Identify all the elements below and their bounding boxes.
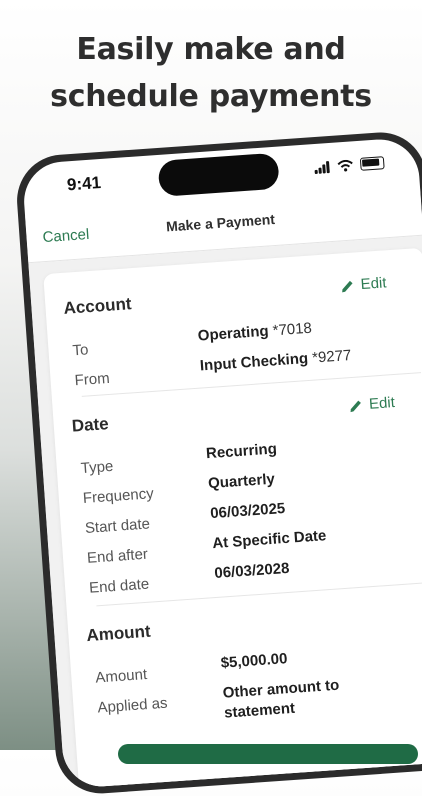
status-time: 9:41 <box>66 173 102 195</box>
row-label-to: To <box>72 341 89 360</box>
phone-screen: 9:41 Cancel Make a Payment Account Edit … <box>21 136 422 789</box>
row-value-type: Recurring <box>205 440 278 463</box>
row-label-end-after: End after <box>86 545 149 567</box>
row-label-from: From <box>74 369 111 390</box>
row-value-amount: $5,000.00 <box>220 650 288 672</box>
headline-line-2: schedule payments <box>50 79 372 114</box>
row-value-to: Operating *7018 <box>197 319 313 345</box>
account-edit-label: Edit <box>360 274 388 294</box>
row-value-applied-as: Other amount to <box>222 676 340 702</box>
pencil-icon <box>350 400 361 412</box>
divider <box>81 372 421 397</box>
account-edit-button[interactable]: Edit <box>340 274 387 294</box>
signal-icon <box>314 161 331 175</box>
battery-icon <box>359 156 385 171</box>
date-edit-button[interactable]: Edit <box>349 394 396 414</box>
cancel-button[interactable]: Cancel <box>42 226 90 246</box>
phone-mockup: 9:41 Cancel Make a Payment Account Edit … <box>14 129 422 796</box>
row-label-end-date: End date <box>88 575 150 597</box>
row-label-type: Type <box>80 457 114 478</box>
row-value-from: Input Checking *9277 <box>199 346 352 375</box>
row-label-start-date: Start date <box>84 515 151 537</box>
account-section-title: Account <box>62 294 133 318</box>
row-value-applied-as-cont: statement <box>223 699 296 722</box>
row-value-start-date: 06/03/2025 <box>209 499 286 523</box>
row-value-end-date: 06/03/2028 <box>213 559 290 583</box>
headline: Easily make and schedule payments <box>0 26 422 120</box>
wifi-icon <box>337 159 353 172</box>
date-section-title: Date <box>71 414 110 436</box>
row-label-applied-as: Applied as <box>96 694 169 717</box>
pencil-icon <box>342 280 353 292</box>
row-label-frequency: Frequency <box>82 485 155 508</box>
row-value-end-after: At Specific Date <box>211 527 327 553</box>
dynamic-island <box>157 152 280 197</box>
date-edit-label: Edit <box>368 394 396 413</box>
page-title: Make a Payment <box>165 210 276 235</box>
headline-line-1: Easily make and <box>76 32 346 67</box>
payment-summary-card: Account Edit To Operating *7018 From Inp… <box>43 247 422 789</box>
content-area: Account Edit To Operating *7018 From Inp… <box>28 235 422 789</box>
status-icons <box>314 155 385 175</box>
row-value-frequency: Quarterly <box>207 470 276 493</box>
continue-button[interactable] <box>118 744 418 764</box>
amount-section-title: Amount <box>85 621 152 646</box>
row-label-amount: Amount <box>94 665 148 687</box>
